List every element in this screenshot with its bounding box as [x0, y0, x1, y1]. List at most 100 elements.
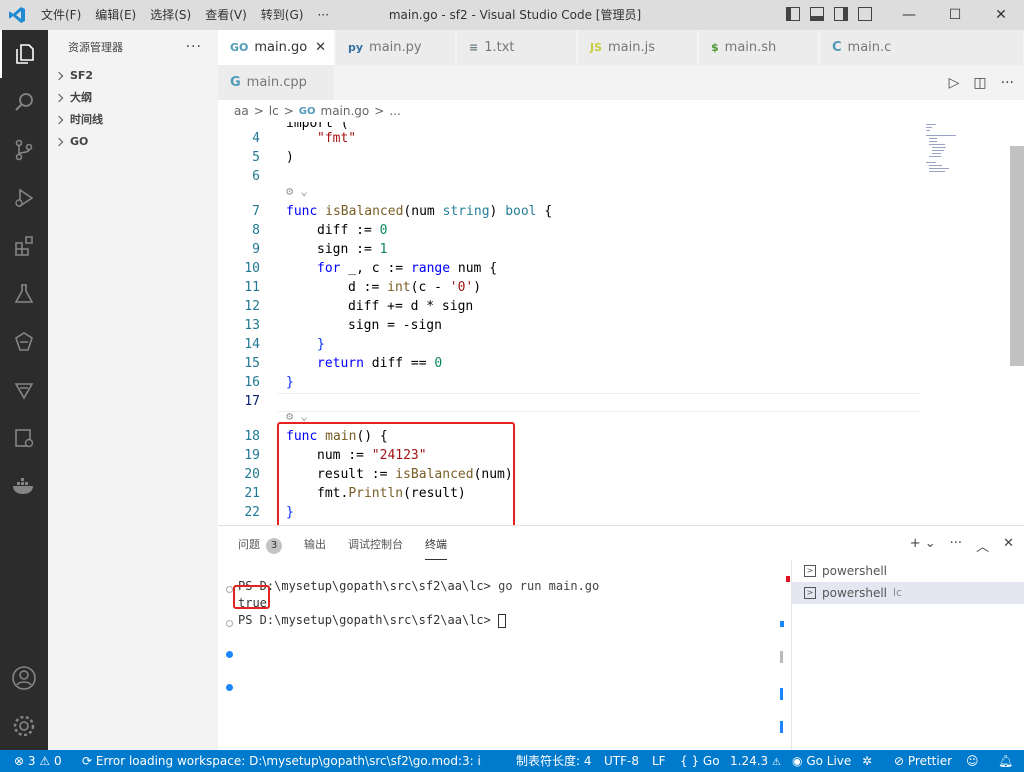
notifications-bell-icon[interactable]: 🔔︎ — [998, 750, 1013, 772]
breadcrumb-symbols[interactable]: ... — [389, 104, 400, 118]
gitlens-triangle-icon[interactable] — [0, 366, 48, 414]
tab-main-cpp[interactable]: G main.cpp — [218, 65, 335, 100]
terminal-item-powershell-lc[interactable]: > powershell lc — [792, 582, 1024, 604]
menu-view[interactable]: 查看(V) — [198, 0, 254, 30]
go-version-status[interactable]: 1.24.3 ⚠ — [730, 750, 781, 772]
codegeex-icon[interactable] — [0, 318, 48, 366]
menu-file[interactable]: 文件(F) — [34, 0, 88, 30]
menu-selection[interactable]: 选择(S) — [143, 0, 198, 30]
codegeex-codelens-icon[interactable]: ⚙ ⌄ — [286, 184, 308, 198]
tab-main-go[interactable]: GO main.go ✕ — [218, 30, 335, 65]
codegeex-status-icon[interactable]: ✲ — [862, 750, 872, 772]
code-line: 15 return diff == 0 — [218, 354, 918, 373]
breadcrumb-main-go[interactable]: main.go — [321, 104, 370, 118]
remote-explorer-icon[interactable] — [0, 414, 48, 462]
terminal-scrollbar[interactable] — [780, 621, 784, 741]
code-keyword: range — [410, 261, 451, 276]
code-text: { — [536, 204, 553, 219]
sidebar-title: 资源管理器 ··· — [48, 30, 218, 65]
tab-1-txt[interactable]: ≡ 1.txt — [457, 30, 577, 65]
prettier-status[interactable]: ⊘ Prettier — [894, 750, 952, 772]
tab-output[interactable]: 输出 — [304, 536, 326, 560]
editor-more-icon[interactable]: ··· — [1001, 75, 1014, 91]
tab-main-sh[interactable]: $ main.sh — [699, 30, 819, 65]
encoding-status[interactable]: UTF-8 — [604, 750, 639, 772]
toggle-secondary-sidebar-icon[interactable] — [834, 7, 848, 21]
search-icon[interactable] — [0, 78, 48, 126]
menu-more[interactable]: ··· — [310, 0, 335, 30]
source-control-icon[interactable] — [0, 126, 48, 174]
panel-more-icon[interactable]: ··· — [950, 536, 962, 555]
new-terminal-icon[interactable]: + ⌄ — [910, 536, 936, 555]
tab-label: 输出 — [304, 538, 326, 551]
problems-status[interactable]: ⊗ 3 ⚠ 0 — [14, 750, 62, 772]
minimap[interactable] — [920, 122, 1010, 525]
tab-main-js[interactable]: JS main.js — [578, 30, 698, 65]
docker-icon[interactable] — [0, 462, 48, 510]
tab-terminal[interactable]: 终端 — [425, 536, 447, 560]
terminal-item-powershell[interactable]: > powershell — [792, 560, 1024, 582]
code-number: 0 — [434, 356, 443, 371]
prettier-label: Prettier — [907, 754, 953, 768]
manage-gear-icon[interactable] — [0, 702, 48, 750]
run-file-icon[interactable]: ▷ — [949, 75, 960, 91]
section-sf2[interactable]: SF2 — [48, 65, 218, 87]
eol-status[interactable]: LF — [652, 750, 666, 772]
terminal-view[interactable]: PS D:\mysetup\gopath\src\sf2\aa\lc> go r… — [218, 571, 790, 751]
accounts-icon[interactable] — [0, 654, 48, 702]
feedback-icon[interactable]: ☺ — [966, 750, 979, 772]
maximize-panel-icon[interactable]: ︿ — [976, 536, 989, 555]
explorer-icon[interactable] — [0, 30, 48, 78]
close-panel-icon[interactable]: ✕ — [1003, 536, 1014, 555]
language-status[interactable]: { } Go — [680, 750, 720, 772]
tab-size-status[interactable]: 制表符长度: 4 — [516, 750, 592, 772]
line-number: 7 — [252, 204, 260, 219]
code-text: ) — [489, 204, 506, 219]
toggle-primary-sidebar-icon[interactable] — [786, 7, 800, 21]
code-text: ) — [286, 150, 294, 165]
tab-main-c[interactable]: C main.c — [820, 30, 1024, 65]
toggle-panel-icon[interactable] — [810, 7, 824, 21]
customize-layout-icon[interactable] — [858, 7, 872, 21]
breadcrumb-lc[interactable]: lc — [269, 104, 279, 118]
code-number: 1 — [379, 242, 388, 257]
code-editor[interactable]: import ( 4 "fmt" 5 ) 6 ⚙ ⌄ 7 func isBala… — [218, 122, 1024, 525]
terminal-line: PS D:\mysetup\gopath\src\sf2\aa\lc> go r… — [238, 578, 599, 595]
close-tab-icon[interactable]: ✕ — [315, 40, 326, 55]
broadcast-icon: ◉ — [792, 754, 803, 768]
terminal-prompt: PS D:\mysetup\gopath\src\sf2\aa\lc> — [238, 613, 499, 627]
code-line: 4 "fmt" — [218, 129, 918, 148]
minimize-button[interactable]: — — [886, 0, 932, 30]
tab-main-py[interactable]: py main.py — [336, 30, 456, 65]
split-editor-icon[interactable]: ◫ — [973, 75, 986, 91]
line-number: 21 — [244, 486, 260, 501]
code-function: int — [387, 280, 411, 295]
workspace-error-status[interactable]: ⟳ Error loading workspace: D:\mysetup\go… — [82, 750, 482, 772]
menu-go[interactable]: 转到(G) — [254, 0, 311, 30]
chevron-right-icon — [54, 93, 64, 103]
tab-label: 问题 — [238, 538, 260, 551]
tab-problems[interactable]: 问题 3 — [238, 536, 282, 560]
extensions-icon[interactable] — [0, 222, 48, 270]
code-text: diff == — [363, 356, 435, 371]
close-window-button[interactable]: ✕ — [978, 0, 1024, 30]
code-line: 12 diff += d * sign — [218, 297, 918, 316]
panel-tabs: 问题 3 输出 调试控制台 终端 — [238, 536, 447, 560]
maximize-button[interactable]: ☐ — [932, 0, 978, 30]
codegeex-codelens-icon[interactable]: ⚙ ⌄ — [286, 409, 308, 423]
section-timeline[interactable]: 时间线 — [48, 109, 218, 131]
run-debug-icon[interactable] — [0, 174, 48, 222]
sidebar-more-button[interactable]: ··· — [186, 30, 202, 65]
editor-scrollbar[interactable] — [1010, 146, 1024, 366]
section-go[interactable]: GO — [48, 131, 218, 153]
section-outline[interactable]: 大纲 — [48, 87, 218, 109]
menu-edit[interactable]: 编辑(E) — [88, 0, 143, 30]
testing-flask-icon[interactable] — [0, 270, 48, 318]
bottom-panel: 问题 3 输出 调试控制台 终端 + ⌄ ··· ︿ ✕ PS D:\mysetu… — [218, 525, 1024, 751]
tab-debug-console[interactable]: 调试控制台 — [348, 536, 403, 560]
code-text: } — [317, 337, 325, 352]
line-number: 12 — [244, 299, 260, 314]
go-live-status[interactable]: ◉ Go Live — [792, 750, 851, 772]
breadcrumb-aa[interactable]: aa — [234, 104, 249, 118]
status-bar: ⊗ 3 ⚠ 0 ⟳ Error loading workspace: D:\my… — [0, 750, 1024, 772]
